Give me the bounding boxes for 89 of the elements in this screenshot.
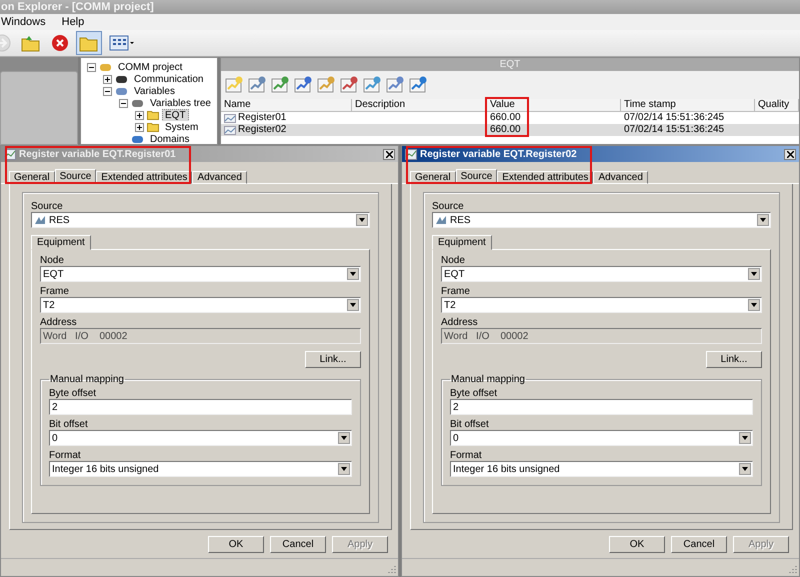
caret-icon[interactable]	[742, 436, 748, 440]
caret-icon[interactable]	[751, 272, 757, 276]
source-icon	[34, 215, 46, 225]
group-title: Manual mapping	[450, 374, 526, 385]
expand-icon[interactable]	[135, 122, 144, 132]
dialog-button[interactable]: Cancel	[671, 536, 727, 552]
dropdown[interactable]: EQT	[441, 266, 762, 282]
column-header[interactable]: Quality	[755, 99, 799, 111]
caret-icon[interactable]	[350, 272, 356, 276]
field-label: Byte offset	[49, 388, 98, 399]
resize-grip-icon	[386, 564, 396, 574]
caret-icon[interactable]	[742, 467, 748, 471]
readonly-field[interactable]: Word I/O 00002	[441, 328, 762, 344]
dropdown[interactable]: RES	[31, 212, 370, 228]
input-field[interactable]: 2	[450, 399, 753, 415]
table-cell: 660.00	[490, 112, 521, 124]
resize-grip-icon	[787, 564, 797, 574]
tree-item[interactable]: Variables	[131, 84, 178, 98]
link-button[interactable]: Link...	[706, 351, 762, 368]
close-button[interactable]	[784, 148, 796, 160]
column-header[interactable]: Description	[352, 99, 487, 111]
table-cell: Register02	[238, 124, 286, 136]
field-label: Format	[450, 450, 483, 461]
caret-icon[interactable]	[359, 218, 365, 222]
field-label: Address	[441, 317, 479, 328]
field-label: Frame	[441, 286, 471, 297]
field-label: Bit offset	[450, 419, 490, 430]
close-button[interactable]	[383, 148, 395, 160]
dropdown[interactable]: T2	[40, 297, 361, 313]
panel-title: EQT	[221, 58, 799, 71]
readonly-field[interactable]: Word I/O 00002	[40, 328, 361, 344]
group-title: Manual mapping	[49, 374, 125, 385]
link-button[interactable]: Link...	[305, 351, 361, 368]
field-label: Frame	[40, 286, 70, 297]
dialog-title: Register variable EQT.Register02	[420, 148, 578, 160]
dropdown[interactable]: T2	[441, 297, 762, 313]
dialog-button[interactable]: Cancel	[270, 536, 326, 552]
caret-icon[interactable]	[760, 218, 766, 222]
expand-icon[interactable]	[135, 110, 144, 120]
caret-icon[interactable]	[341, 436, 347, 440]
caret-icon[interactable]	[751, 303, 757, 307]
tab[interactable]: Advanced	[593, 171, 648, 184]
dropdown[interactable]: 0	[49, 430, 352, 446]
window-title: on Explorer - [COMM project]	[1, 1, 154, 13]
tab[interactable]: Advanced	[192, 171, 247, 184]
dialog-title: Register variable EQT.Register01	[19, 148, 177, 160]
dialog-button[interactable]: OK	[609, 536, 665, 552]
menu-item[interactable]: Windows	[1, 16, 46, 28]
field-label: Node	[441, 255, 466, 266]
menu-item[interactable]: Help	[62, 16, 84, 28]
field-label: Format	[49, 450, 82, 461]
field-label: Address	[40, 317, 78, 328]
input-field[interactable]: 2	[49, 399, 352, 415]
stop-icon	[51, 34, 69, 52]
tab[interactable]: Equipment	[31, 235, 91, 250]
source-icon	[435, 215, 447, 225]
table-cell: 660.00	[490, 124, 521, 136]
field-label: Source	[432, 201, 465, 212]
chart-icon[interactable]	[270, 75, 290, 95]
field-label: Node	[40, 255, 65, 266]
dropdown[interactable]: RES	[432, 212, 771, 228]
field-label: Bit offset	[49, 419, 89, 430]
field-label: Source	[31, 201, 64, 212]
table-cell: 07/02/14 15:51:36:245	[624, 124, 724, 136]
dialog-button[interactable]: OK	[208, 536, 264, 552]
dropdown[interactable]: 0	[450, 430, 753, 446]
caret-icon[interactable]	[341, 467, 347, 471]
table-cell: 07/02/14 15:51:36:245	[624, 112, 724, 124]
table-row[interactable]: Register02 660.00 07/02/14 15:51:36:245	[221, 124, 799, 136]
column-header[interactable]: Name	[221, 99, 352, 111]
chart-icon[interactable]	[339, 75, 359, 95]
chart-icon	[224, 126, 236, 134]
field-label: Byte offset	[450, 388, 498, 399]
table-cell: Register01	[238, 112, 286, 124]
collapse-icon[interactable]	[103, 86, 112, 96]
column-header[interactable]: Value	[487, 99, 621, 111]
grid-view-icon	[109, 34, 135, 52]
column-header[interactable]: Time stamp	[621, 99, 755, 111]
expand-icon[interactable]	[103, 74, 112, 84]
chart-icon[interactable]	[362, 75, 382, 95]
chart-icon	[224, 114, 236, 122]
tab[interactable]: Equipment	[432, 235, 492, 250]
dropdown[interactable]: Integer 16 bits unsigned	[49, 461, 352, 477]
tree-item[interactable]: EQT	[162, 108, 189, 122]
dropdown[interactable]: EQT	[40, 266, 361, 282]
collapse-icon[interactable]	[87, 62, 96, 72]
caret-icon[interactable]	[350, 303, 356, 307]
dropdown[interactable]: Integer 16 bits unsigned	[450, 461, 753, 477]
collapse-icon[interactable]	[119, 98, 128, 108]
